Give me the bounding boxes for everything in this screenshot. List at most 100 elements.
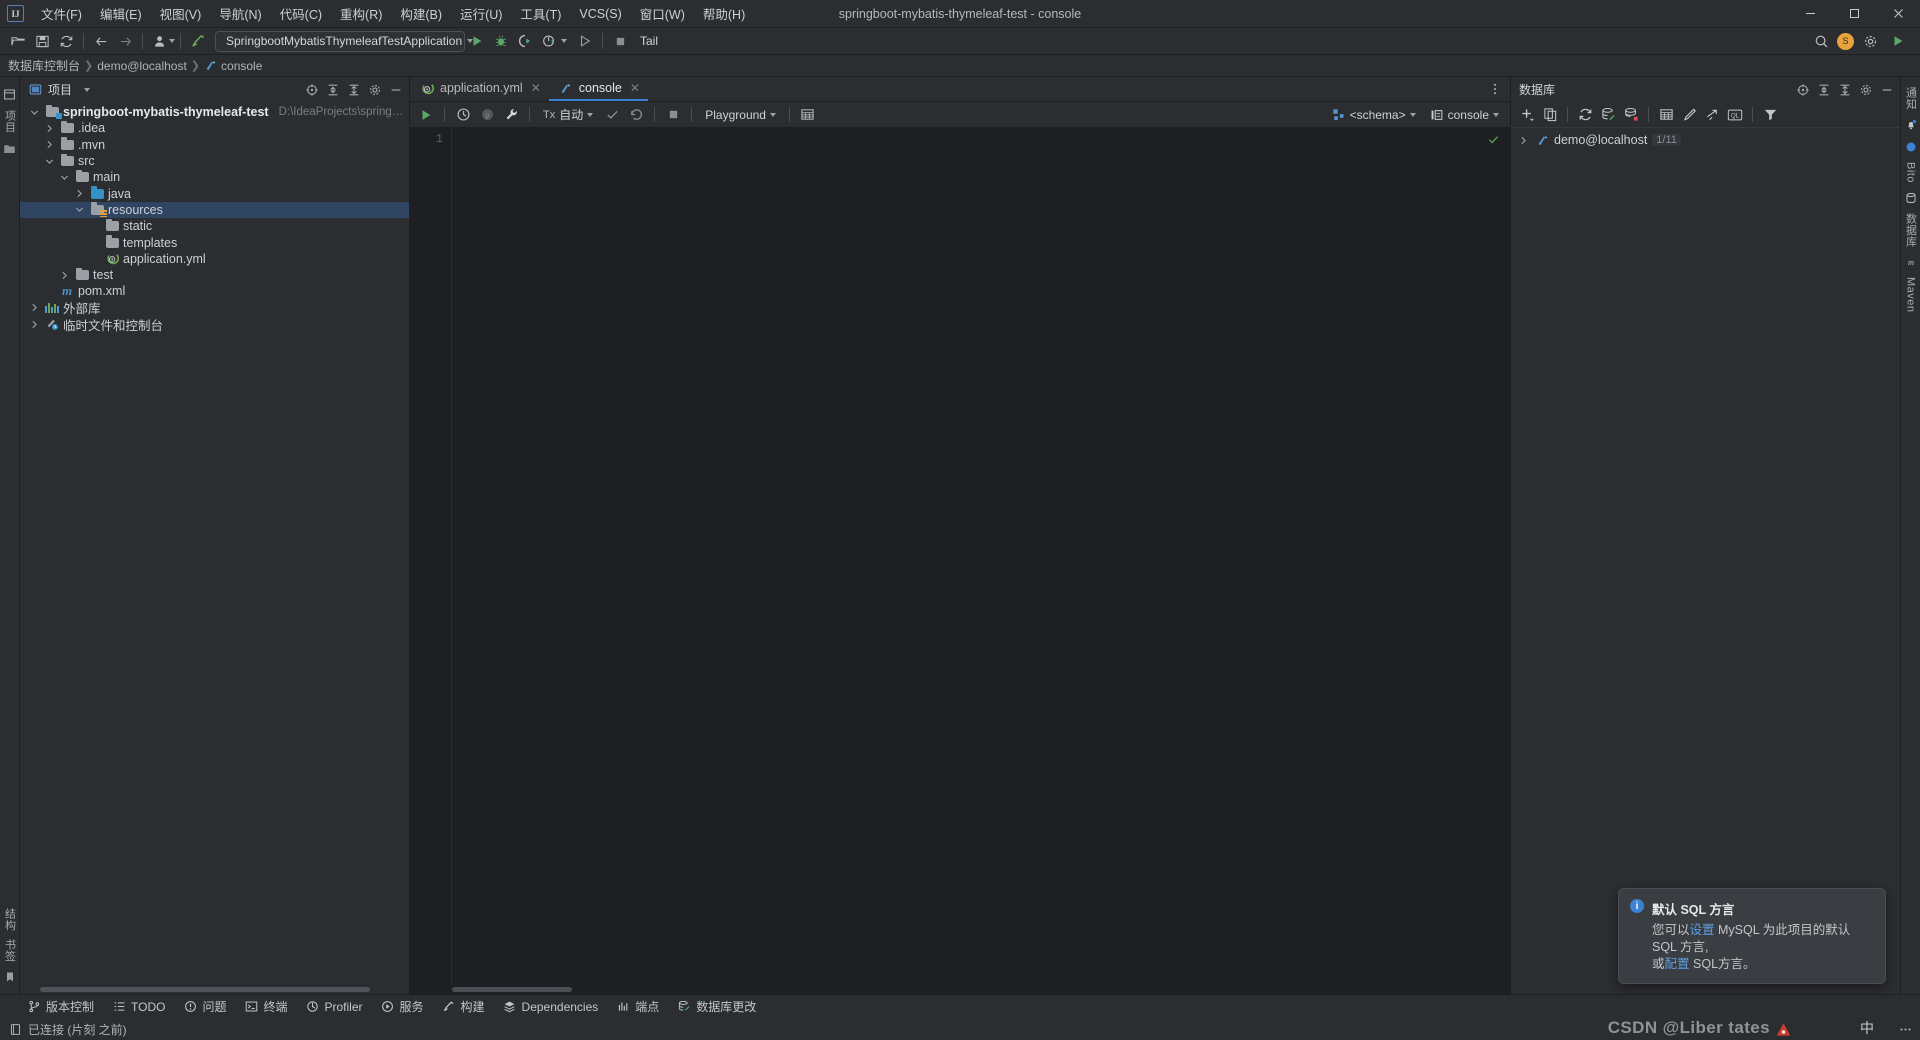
toolwindow-profiler[interactable]: Profiler bbox=[297, 997, 372, 1017]
db-expand-all-icon[interactable] bbox=[1814, 80, 1833, 99]
database-tree[interactable]: demo@localhost 1/11 bbox=[1511, 128, 1900, 994]
menu-code[interactable]: 代码(C) bbox=[271, 0, 331, 27]
session-selector[interactable]: console bbox=[1424, 106, 1505, 124]
minimize-button[interactable] bbox=[1788, 0, 1832, 28]
menu-help[interactable]: 帮助(H) bbox=[694, 0, 754, 27]
close-tab-icon[interactable]: ✕ bbox=[531, 81, 541, 95]
tree-node-.mvn[interactable]: .mvn bbox=[20, 137, 409, 153]
tree-node-springboot-mybatis-thymeleaf-test[interactable]: springboot-mybatis-thymeleaf-test D:\Idea… bbox=[20, 104, 409, 120]
database-node-demo@localhost[interactable]: demo@localhost 1/11 bbox=[1511, 131, 1900, 149]
left-rail-label-bookmarks[interactable]: 书签 bbox=[2, 935, 18, 966]
breadcrumb-item-2[interactable]: console bbox=[204, 59, 262, 73]
tree-toggle-expanded-icon[interactable] bbox=[73, 205, 86, 214]
maximize-button[interactable] bbox=[1832, 0, 1876, 28]
tree-toggle-collapsed-icon[interactable] bbox=[58, 271, 71, 280]
play-green-icon[interactable] bbox=[1887, 30, 1909, 52]
forward-arrow-icon[interactable] bbox=[114, 30, 136, 52]
bito-icon[interactable] bbox=[1905, 136, 1917, 158]
avatar[interactable]: S bbox=[1837, 32, 1854, 50]
toolwindow-services[interactable]: 服务 bbox=[372, 995, 433, 1018]
profile-caret-icon[interactable] bbox=[561, 39, 567, 43]
notif-configure-link[interactable]: 配置 bbox=[1665, 957, 1690, 971]
db-hide-panel-icon[interactable] bbox=[1877, 80, 1896, 99]
tree-node-application.yml[interactable]: application.yml bbox=[20, 251, 409, 267]
tree-node-.idea[interactable]: .idea bbox=[20, 120, 409, 136]
toolwindow-database-changes[interactable]: 数据库更改 bbox=[668, 995, 765, 1018]
debug-button[interactable] bbox=[490, 30, 512, 52]
tree-toggle-collapsed-icon[interactable] bbox=[73, 189, 86, 198]
edit-pencil-icon[interactable] bbox=[1678, 104, 1700, 126]
tree-node-外部库[interactable]: 外部库 bbox=[20, 300, 409, 316]
scrollbar-thumb[interactable] bbox=[40, 987, 370, 992]
right-rail-label-notifications[interactable]: 通知 bbox=[1903, 83, 1919, 114]
output-table-icon[interactable] bbox=[797, 104, 819, 126]
toolwindow-terminal[interactable]: 终端 bbox=[235, 995, 296, 1018]
tree-toggle-collapsed-icon[interactable] bbox=[43, 124, 56, 133]
toolwindow-dependencies[interactable]: Dependencies bbox=[494, 997, 608, 1017]
db-collapse-all-icon[interactable] bbox=[1835, 80, 1854, 99]
right-rail-label-bito[interactable]: Bito bbox=[1905, 158, 1917, 187]
parameters-icon[interactable]: p bbox=[476, 104, 498, 126]
db-scroll-from-source-icon[interactable] bbox=[1793, 80, 1812, 99]
close-tab-icon[interactable]: ✕ bbox=[630, 81, 640, 95]
refresh-icon[interactable] bbox=[1574, 104, 1596, 126]
hide-panel-icon[interactable] bbox=[386, 80, 405, 99]
sync-refresh-icon[interactable] bbox=[55, 30, 77, 52]
ql-console-icon[interactable]: QL bbox=[1724, 104, 1746, 126]
jump-to-icon[interactable] bbox=[1701, 104, 1723, 126]
run-with-coverage-button[interactable] bbox=[514, 30, 536, 52]
scrollbar-thumb[interactable] bbox=[452, 987, 572, 992]
db-settings-gear-icon[interactable] bbox=[1856, 80, 1875, 99]
tree-node-static[interactable]: static bbox=[20, 218, 409, 234]
run-configuration-selector[interactable]: SpringbootMybatisThymeleafTestApplicatio… bbox=[215, 30, 474, 52]
profile-button[interactable] bbox=[538, 30, 560, 52]
open-project-icon[interactable] bbox=[7, 30, 29, 52]
toolwindow-todo[interactable]: TODO bbox=[103, 997, 174, 1017]
user-profile-caret-icon[interactable] bbox=[169, 39, 175, 43]
editor-hscrollbar[interactable] bbox=[410, 985, 1510, 994]
save-all-icon[interactable] bbox=[31, 30, 53, 52]
left-rail-label-structure[interactable]: 结构 bbox=[2, 904, 18, 935]
collapse-all-icon[interactable] bbox=[344, 80, 363, 99]
query-history-icon[interactable] bbox=[452, 104, 474, 126]
rollback-icon[interactable] bbox=[625, 104, 647, 126]
toolwindow-endpoints[interactable]: 端点 bbox=[607, 995, 668, 1018]
tree-toggle-expanded-icon[interactable] bbox=[28, 108, 41, 117]
user-profile-icon[interactable] bbox=[149, 30, 171, 52]
maven-rail-icon[interactable]: m bbox=[1905, 251, 1917, 273]
expand-all-icon[interactable] bbox=[323, 80, 342, 99]
modify-datasource-icon[interactable] bbox=[1620, 104, 1642, 126]
menu-run[interactable]: 运行(U) bbox=[451, 0, 511, 27]
duplicate-icon[interactable] bbox=[1539, 104, 1561, 126]
notification-popup[interactable]: i 默认 SQL 方言 您可以设置 MySQL 为此项目的默认 SQL 方言, … bbox=[1618, 888, 1886, 984]
commit-check-icon[interactable] bbox=[601, 104, 623, 126]
add-datasource-icon[interactable] bbox=[1516, 104, 1538, 126]
tree-toggle-expanded-icon[interactable] bbox=[58, 173, 71, 182]
filter-icon[interactable] bbox=[1759, 104, 1781, 126]
playground-selector[interactable]: Playground bbox=[699, 106, 782, 124]
editor-tab-application.yml[interactable]: application.yml ✕ bbox=[410, 77, 549, 101]
tree-node-resources[interactable]: resources bbox=[20, 201, 409, 219]
close-button[interactable] bbox=[1876, 0, 1920, 28]
editor-content[interactable] bbox=[452, 128, 1510, 985]
console-settings-wrench-icon[interactable] bbox=[500, 104, 522, 126]
notification-bell-icon[interactable] bbox=[1905, 114, 1917, 136]
tail-button[interactable]: Tail bbox=[632, 32, 666, 50]
menu-window[interactable]: 窗口(W) bbox=[631, 0, 694, 27]
tree-toggle-collapsed-icon[interactable] bbox=[28, 303, 41, 312]
toolwindow-build[interactable]: 构建 bbox=[433, 995, 494, 1018]
settings-gear-icon[interactable] bbox=[1859, 30, 1881, 52]
stop-query-icon[interactable] bbox=[662, 104, 684, 126]
left-rail-label-project[interactable]: 项目 bbox=[2, 106, 18, 137]
tree-node-pom.xml[interactable]: m pom.xml bbox=[20, 283, 409, 299]
more-run-button[interactable] bbox=[574, 30, 596, 52]
breadcrumb-item-0[interactable]: 数据库控制台 bbox=[8, 57, 80, 74]
notif-setting-link[interactable]: 设置 bbox=[1690, 923, 1715, 937]
data-editor-table-icon[interactable] bbox=[1655, 104, 1677, 126]
menu-vcs[interactable]: VCS(S) bbox=[570, 3, 630, 25]
breadcrumb-item-1[interactable]: demo@localhost bbox=[97, 59, 187, 73]
toolwindow-version-control[interactable]: 版本控制 bbox=[18, 995, 103, 1018]
project-panel-caret-icon[interactable] bbox=[84, 87, 91, 92]
menu-edit[interactable]: 编辑(E) bbox=[91, 0, 151, 27]
search-everywhere-icon[interactable] bbox=[1810, 30, 1832, 52]
